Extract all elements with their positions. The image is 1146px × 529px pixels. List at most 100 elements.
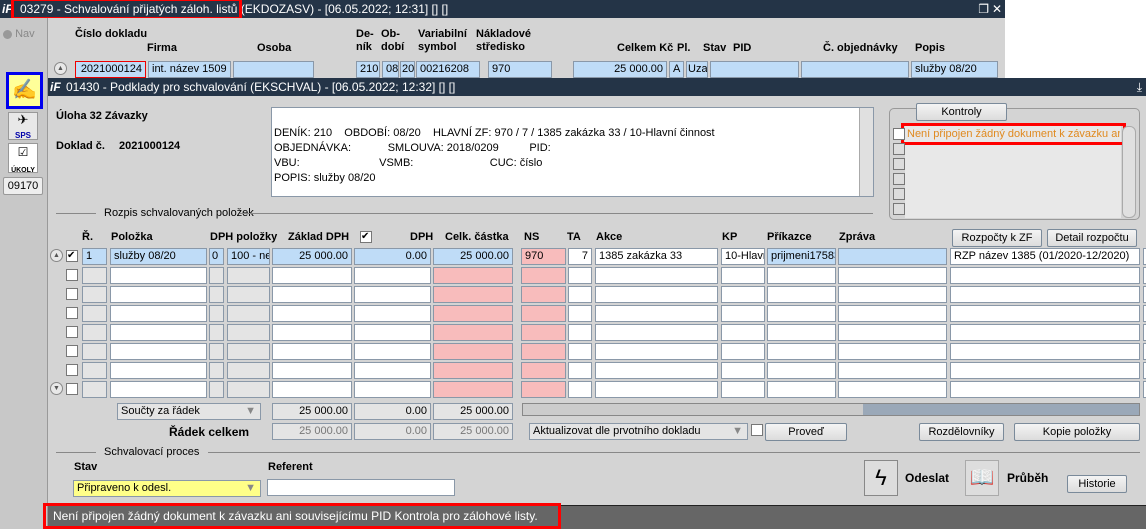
ukoly-button[interactable]: ☑ ÚKOLY	[8, 143, 38, 174]
cell-rzp[interactable]	[950, 324, 1140, 341]
cell-prikazce[interactable]	[767, 286, 836, 303]
cell-ns[interactable]	[521, 324, 566, 341]
aktualizovat-checkbox[interactable]	[751, 424, 763, 436]
detail-rozpoctu-button[interactable]: Detail rozpočtu	[1047, 229, 1137, 247]
cell-kp[interactable]	[721, 362, 765, 379]
historie-button[interactable]: Historie	[1067, 475, 1127, 493]
cell-zaklad[interactable]	[272, 381, 352, 398]
row-checkbox[interactable]	[66, 345, 78, 357]
cell-dph1[interactable]	[209, 267, 224, 284]
rozdelovniky-button[interactable]: Rozdělovníky	[919, 423, 1004, 441]
cell-ta[interactable]	[568, 286, 592, 303]
outer-celkem[interactable]: 25 000.00	[573, 61, 667, 78]
cell-akce[interactable]	[595, 286, 718, 303]
cell-dph2[interactable]: 100 - ne	[227, 248, 270, 265]
cell-dph2[interactable]	[227, 267, 270, 284]
cell-kp[interactable]	[721, 381, 765, 398]
cell-zaklad[interactable]	[272, 362, 352, 379]
cell-ns[interactable]	[521, 362, 566, 379]
cell-kp[interactable]: 10-Hlavní	[721, 248, 765, 265]
kontrola-checkbox[interactable]	[893, 128, 905, 140]
cell-dph[interactable]	[354, 267, 431, 284]
kopie-polozky-button[interactable]: Kopie položky	[1014, 423, 1140, 441]
cell-polozka[interactable]	[110, 286, 207, 303]
kontrola-checkbox[interactable]	[893, 203, 905, 215]
row-checkbox[interactable]	[66, 307, 78, 319]
cell-dph2[interactable]	[227, 305, 270, 322]
cell-dph2[interactable]	[227, 324, 270, 341]
odeslat-button[interactable]: ϟ	[864, 460, 898, 496]
grid-scroll-down-icon[interactable]: ▼	[50, 382, 63, 395]
outer-pid[interactable]	[710, 61, 799, 78]
cell-kp[interactable]	[721, 343, 765, 360]
cell-dph[interactable]	[354, 286, 431, 303]
cell-dph[interactable]	[354, 343, 431, 360]
cell-polozka[interactable]: služby 08/20	[110, 248, 207, 265]
select-all-checkbox[interactable]: ✔	[360, 231, 372, 243]
kontrola-checkbox[interactable]	[893, 173, 905, 185]
cell-akce[interactable]	[595, 305, 718, 322]
grid-hscrollbar[interactable]	[522, 403, 1140, 416]
cell-ta[interactable]	[568, 381, 592, 398]
outer-obdobi-rok[interactable]: 20	[400, 61, 415, 78]
cell-r[interactable]	[82, 286, 107, 303]
cell-dph2[interactable]	[227, 362, 270, 379]
cell-dph1[interactable]	[209, 286, 224, 303]
scroll-up-icon[interactable]: ▲	[54, 62, 67, 75]
approve-tool-button[interactable]: ✍	[6, 72, 43, 109]
cell-polozka[interactable]	[110, 362, 207, 379]
cell-celk[interactable]	[433, 362, 513, 379]
cell-prikazce[interactable]	[767, 324, 836, 341]
cell-prikazce[interactable]	[767, 267, 836, 284]
cell-r[interactable]	[82, 362, 107, 379]
cell-zaklad[interactable]	[272, 267, 352, 284]
cell-dph1[interactable]	[209, 305, 224, 322]
cell-kp[interactable]	[721, 286, 765, 303]
rozpocty-button[interactable]: Rozpočty k ZF	[952, 229, 1042, 247]
cell-zaklad[interactable]	[272, 343, 352, 360]
close-icon[interactable]: ✕	[992, 0, 1002, 18]
cell-celk[interactable]	[433, 324, 513, 341]
row-checkbox[interactable]: ✔	[66, 250, 78, 262]
cell-dph[interactable]: 0.00	[354, 248, 431, 265]
kontrola-checkbox[interactable]	[893, 158, 905, 170]
cell-ta[interactable]	[568, 324, 592, 341]
aktualizovat-select[interactable]: Aktualizovat dle prvotního dokladu ▼	[529, 423, 748, 440]
minimize-icon[interactable]: ⤓	[1137, 78, 1142, 96]
cell-celk[interactable]	[433, 286, 513, 303]
cell-rzp[interactable]	[950, 362, 1140, 379]
cell-prikazce[interactable]	[767, 305, 836, 322]
cell-celk[interactable]: 25 000.00	[433, 248, 513, 265]
referent-input[interactable]	[267, 479, 455, 496]
cell-zprava[interactable]	[838, 305, 947, 322]
cell-ns[interactable]	[521, 343, 566, 360]
cell-akce[interactable]	[595, 267, 718, 284]
cell-rzp[interactable]	[950, 343, 1140, 360]
cell-zaklad[interactable]	[272, 324, 352, 341]
cell-kp[interactable]	[721, 324, 765, 341]
row-checkbox[interactable]	[66, 326, 78, 338]
cell-zprava[interactable]	[838, 343, 947, 360]
cell-dph[interactable]	[354, 305, 431, 322]
row-checkbox[interactable]	[66, 269, 78, 281]
outer-stav[interactable]: Uzav	[686, 61, 708, 78]
cell-akce[interactable]	[595, 324, 718, 341]
cell-zaklad[interactable]: 25 000.00	[272, 248, 352, 265]
prubeh-button[interactable]: 📖	[965, 460, 999, 496]
row-checkbox[interactable]	[66, 383, 78, 395]
cell-ns[interactable]	[521, 381, 566, 398]
cell-celk[interactable]	[433, 381, 513, 398]
cell-ta[interactable]	[568, 362, 592, 379]
sps-button[interactable]: ✈ SPS	[8, 112, 38, 140]
cell-celk[interactable]	[433, 343, 513, 360]
cell-ta[interactable]	[568, 305, 592, 322]
cell-dph1[interactable]: 0	[209, 248, 224, 265]
cell-prikazce[interactable]	[767, 343, 836, 360]
kontrola-checkbox[interactable]	[893, 143, 905, 155]
outer-obj[interactable]	[801, 61, 909, 78]
outer-popis[interactable]: služby 08/20	[911, 61, 998, 78]
cell-ns[interactable]	[521, 305, 566, 322]
grid-scroll-up-icon[interactable]: ▲	[50, 249, 63, 262]
stav-select[interactable]: Připraveno k odesl. ▼	[73, 480, 261, 497]
outer-denik[interactable]: 210	[356, 61, 380, 78]
